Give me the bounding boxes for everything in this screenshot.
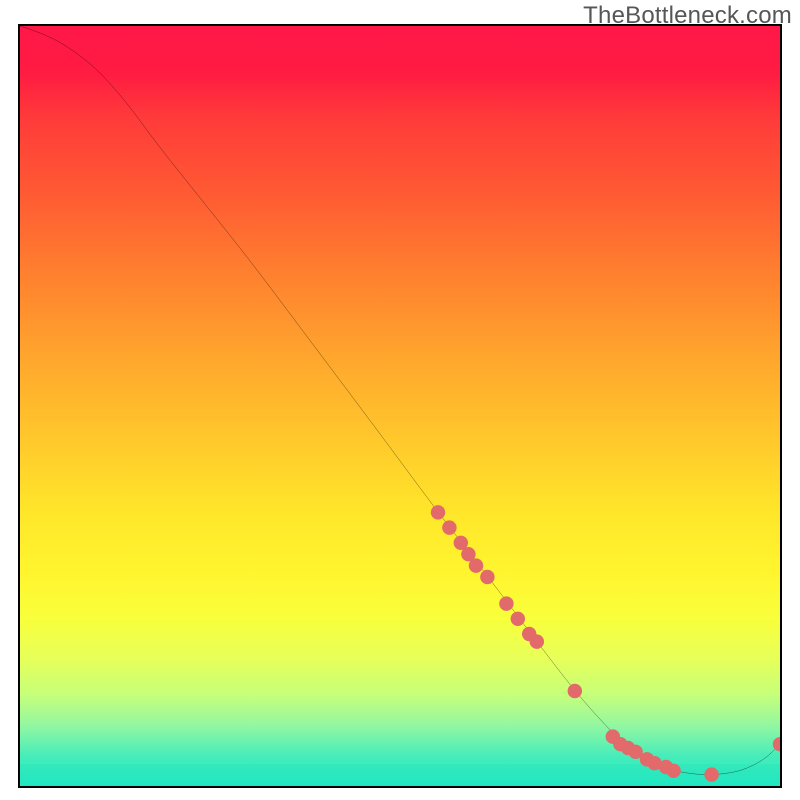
marker-dot [704, 767, 718, 781]
bottleneck-curve [20, 26, 780, 786]
marker-dot [480, 570, 494, 584]
highlighted-points [431, 505, 780, 782]
marker-dot [530, 634, 544, 648]
marker-dot [568, 684, 582, 698]
plot-area [18, 24, 782, 788]
marker-dot [511, 612, 525, 626]
curve-line [20, 26, 780, 775]
chart-frame: TheBottleneck.com [0, 0, 800, 800]
marker-dot [773, 737, 780, 751]
marker-dot [431, 505, 445, 519]
marker-dot [442, 520, 456, 534]
marker-dot [469, 558, 483, 572]
marker-dot [666, 764, 680, 778]
marker-dot [499, 596, 513, 610]
